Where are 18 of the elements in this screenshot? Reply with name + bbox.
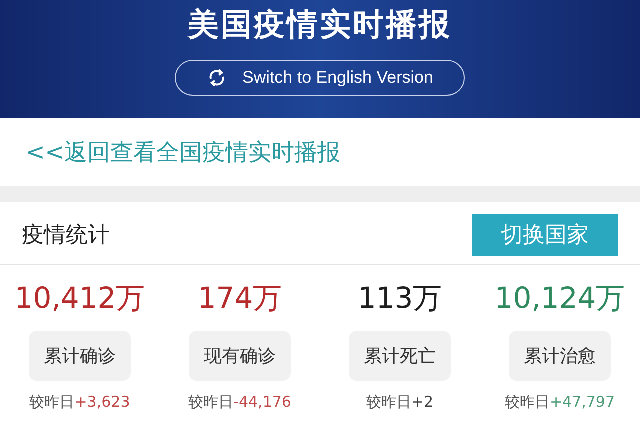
switch-country-button[interactable]: 切换国家 (472, 214, 618, 256)
stat-label: 累计治愈 (509, 331, 611, 381)
page-title: 美国疫情实时播报 (188, 6, 452, 45)
stat-change: 较昨日-44,176 (188, 393, 292, 412)
stat-label: 累计确诊 (29, 331, 131, 381)
stat-label: 现有确诊 (189, 331, 291, 381)
card-title: 疫情统计 (22, 222, 110, 250)
refresh-icon (206, 68, 227, 88)
stat-label: 累计死亡 (349, 331, 451, 381)
back-link[interactable]: <<返回查看全国疫情实时播报 (26, 136, 341, 168)
language-switch-button[interactable]: Switch to English Version (175, 60, 465, 96)
stat-value: 113万 (358, 280, 442, 317)
stat-change: 较昨日+3,623 (30, 393, 130, 412)
stat-value: 174万 (198, 280, 282, 317)
stat-change: 较昨日+2 (366, 393, 434, 412)
stat-value: 10,412万 (14, 280, 146, 317)
stat-value: 10,124万 (494, 280, 626, 317)
stat-change: 较昨日+47,797 (504, 393, 616, 412)
